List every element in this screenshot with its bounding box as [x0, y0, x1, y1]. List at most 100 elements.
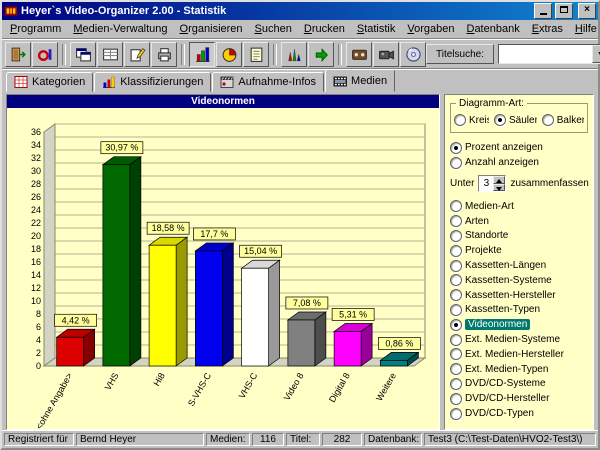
menu-suchen[interactable]: Suchen — [249, 21, 298, 37]
app-icon — [4, 4, 18, 18]
radio-kassetten-typen[interactable]: Kassetten-Typen — [450, 303, 588, 318]
camera-button[interactable] — [373, 42, 399, 67]
windows-icon — [75, 46, 92, 63]
titelsuche-combo: ▼ — [498, 44, 600, 64]
radio-ext-medien-systeme[interactable]: Ext. Medien-Systeme — [450, 332, 588, 347]
table-button[interactable] — [97, 42, 123, 67]
radio-label: Prozent anzeigen — [465, 142, 543, 153]
menu-programm[interactable]: Programm — [4, 21, 67, 37]
spinner-value: 3 — [479, 176, 493, 191]
radio-arten[interactable]: Arten — [450, 214, 588, 229]
unter-label: Unter — [450, 178, 474, 189]
chart-pie-button[interactable] — [216, 42, 242, 67]
radio-icon — [454, 114, 466, 126]
combo-dropdown-icon[interactable]: ▼ — [592, 45, 600, 63]
radio-kassetten-systeme[interactable]: Kassetten-Systeme — [450, 273, 588, 288]
tab-medien[interactable]: Medien — [325, 69, 395, 92]
radio-kassetten-hersteller[interactable]: Kassetten-Hersteller — [450, 288, 588, 303]
svg-text:12: 12 — [31, 283, 41, 293]
exit-button[interactable] — [5, 42, 31, 67]
tab-label: Klassifizierungen — [120, 76, 203, 88]
registered-user: Bernd Heyer — [76, 433, 204, 446]
menu-hilfe[interactable]: Hilfe — [569, 21, 600, 37]
radio-label: DVD/CD-Typen — [465, 408, 534, 419]
tab-aufnahme-infos[interactable]: Aufnahme-Infos — [212, 72, 324, 92]
radio-icon — [450, 348, 462, 360]
menu-datenbank[interactable]: Datenbank — [460, 21, 525, 37]
svg-text:24: 24 — [31, 205, 41, 215]
radio-balken[interactable]: Balken — [542, 113, 584, 127]
svg-text:17,7 %: 17,7 % — [200, 229, 228, 239]
titelsuche-button[interactable]: Titelsuche: — [426, 44, 494, 64]
radio-icon — [450, 408, 462, 420]
menu-vorgaben[interactable]: Vorgaben — [401, 21, 460, 37]
svg-text:4: 4 — [36, 335, 41, 345]
media-management-button[interactable] — [32, 42, 58, 67]
tab-label: Kategorien — [32, 76, 85, 88]
radio-standorte[interactable]: Standorte — [450, 229, 588, 244]
spinner-up-icon[interactable] — [493, 176, 505, 184]
radio-kreis[interactable]: Kreis — [454, 113, 489, 127]
radio-label: Medien-Art — [465, 201, 514, 212]
radio-ext-medien-hersteller[interactable]: Ext. Medien-Hersteller — [450, 347, 588, 362]
video-tape-icon — [351, 46, 368, 63]
radio-dvd-cd-hersteller[interactable]: DVD/CD-Hersteller — [450, 391, 588, 406]
spinner-down-icon[interactable] — [493, 184, 505, 192]
radio-medien-art[interactable]: Medien-Art — [450, 199, 588, 214]
svg-text:36: 36 — [31, 127, 41, 137]
svg-text:8: 8 — [36, 309, 41, 319]
radio-prozent-anzeigen[interactable]: Prozent anzeigen — [450, 140, 588, 155]
menu-drucken[interactable]: Drucken — [298, 21, 351, 37]
radio-icon — [450, 289, 462, 301]
radio-icon — [450, 274, 462, 286]
svg-text:28: 28 — [31, 179, 41, 189]
svg-text:34: 34 — [31, 140, 41, 150]
radio-videonormen[interactable]: Videonormen — [450, 317, 588, 332]
radio-dvd-cd-typen[interactable]: DVD/CD-Typen — [450, 406, 588, 421]
tab-klassifizierungen[interactable]: Klassifizierungen — [94, 72, 211, 92]
tab-kategorien[interactable]: Kategorien — [6, 72, 93, 92]
cd-icon — [405, 46, 422, 63]
radio-label: Ext. Medien-Hersteller — [465, 349, 564, 360]
export-button[interactable] — [308, 42, 334, 67]
svg-text:0: 0 — [36, 361, 41, 371]
radio-projekte[interactable]: Projekte — [450, 243, 588, 258]
maximize-button[interactable] — [555, 3, 573, 19]
menu-extras[interactable]: Extras — [526, 21, 569, 37]
cd-button[interactable] — [400, 42, 426, 67]
notes-icon — [248, 46, 265, 63]
notes-button[interactable] — [243, 42, 269, 67]
radio-anzahl-anzeigen[interactable]: Anzahl anzeigen — [450, 155, 588, 170]
radio-dvd-cd-systeme[interactable]: DVD/CD-Systeme — [450, 377, 588, 392]
radio-label: Balken — [557, 115, 584, 126]
chart-bar-button[interactable] — [189, 42, 215, 67]
titelsuche-input[interactable] — [499, 45, 592, 63]
pens-button[interactable] — [281, 42, 307, 67]
medien-icon — [333, 74, 347, 88]
close-button[interactable]: × — [578, 3, 596, 19]
svg-text:0,86 %: 0,86 % — [385, 338, 413, 348]
print-button[interactable] — [151, 42, 177, 67]
menu-statistik[interactable]: Statistik — [351, 21, 402, 37]
video-tape-button[interactable] — [346, 42, 372, 67]
radio-icon — [450, 157, 462, 169]
radio-label: DVD/CD-Systeme — [465, 378, 546, 389]
radio-ext-medien-typen[interactable]: Ext. Medien-Typen — [450, 362, 588, 377]
radio-kassetten-l-ngen[interactable]: Kassetten-Längen — [450, 258, 588, 273]
medien-count: 116 — [252, 433, 284, 446]
svg-text:16: 16 — [31, 257, 41, 267]
radio-label: Standorte — [465, 230, 508, 241]
toolbar-icons — [5, 42, 426, 67]
menu-medien-verwaltung[interactable]: Medien-Verwaltung — [67, 21, 173, 37]
svg-text:Video 8: Video 8 — [282, 371, 306, 402]
svg-text:10: 10 — [31, 296, 41, 306]
radio-s-ulen[interactable]: Säulen — [494, 113, 537, 127]
minimize-button[interactable] — [534, 3, 552, 19]
threshold-spinner[interactable]: 3 — [478, 175, 506, 192]
radio-icon — [494, 114, 506, 126]
radio-icon — [450, 260, 462, 272]
edit-button[interactable] — [124, 42, 150, 67]
svg-text:30,97 %: 30,97 % — [105, 143, 138, 153]
menu-organisieren[interactable]: Organisieren — [174, 21, 249, 37]
windows-button[interactable] — [70, 42, 96, 67]
